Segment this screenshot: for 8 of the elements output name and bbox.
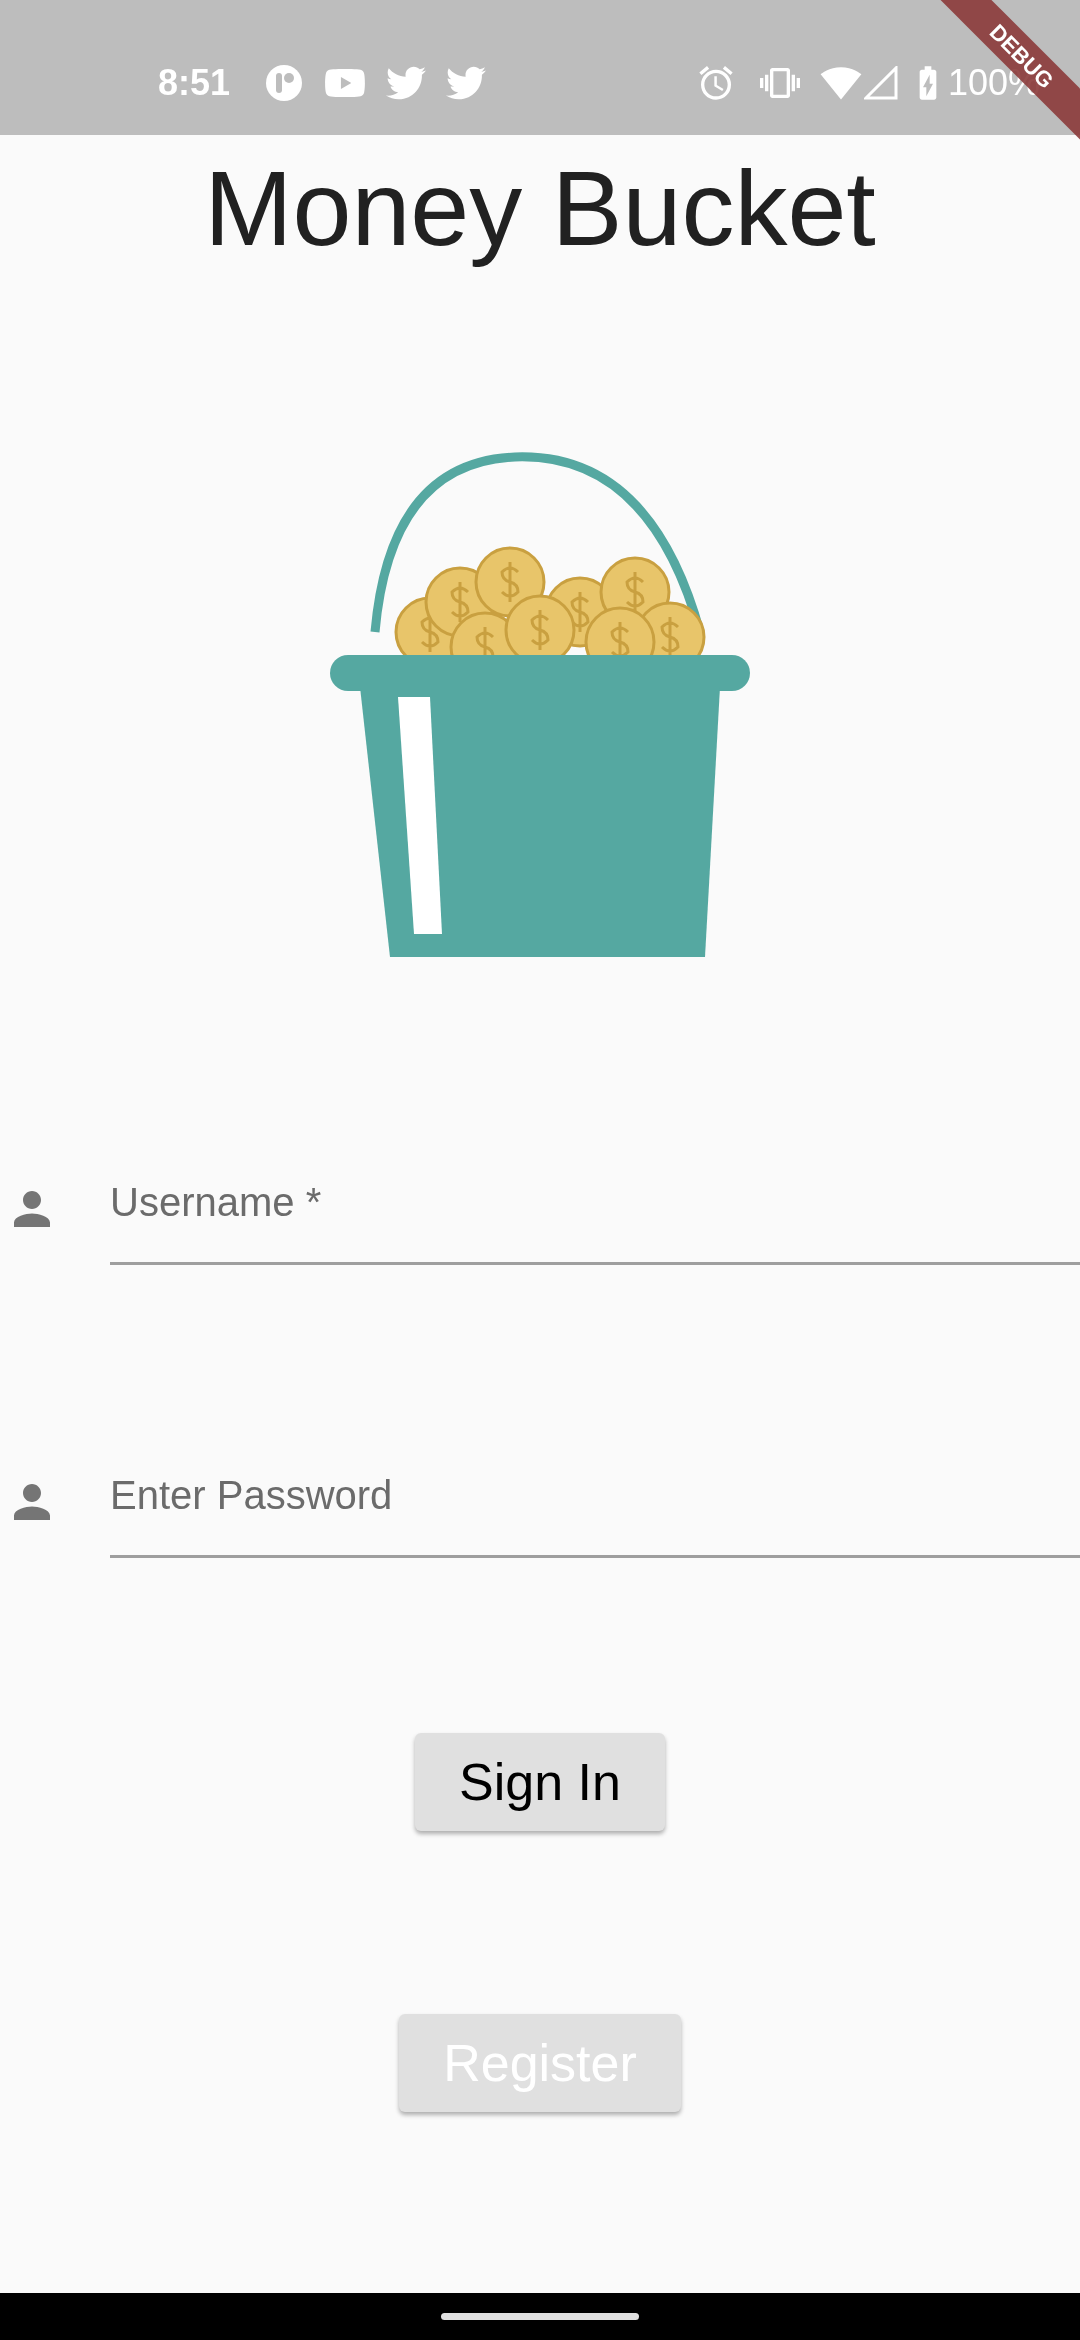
password-field[interactable]: Enter Password — [110, 1465, 1080, 1559]
signal-icon — [863, 65, 898, 100]
username-field[interactable]: Username * — [110, 1172, 1080, 1266]
status-time: 8:51 — [158, 60, 231, 105]
app-notification-icon — [266, 64, 303, 101]
sign-in-button[interactable]: Sign In — [415, 1733, 665, 1832]
home-handle[interactable] — [441, 2313, 639, 2320]
app-title: Money Bucket — [203, 148, 877, 269]
